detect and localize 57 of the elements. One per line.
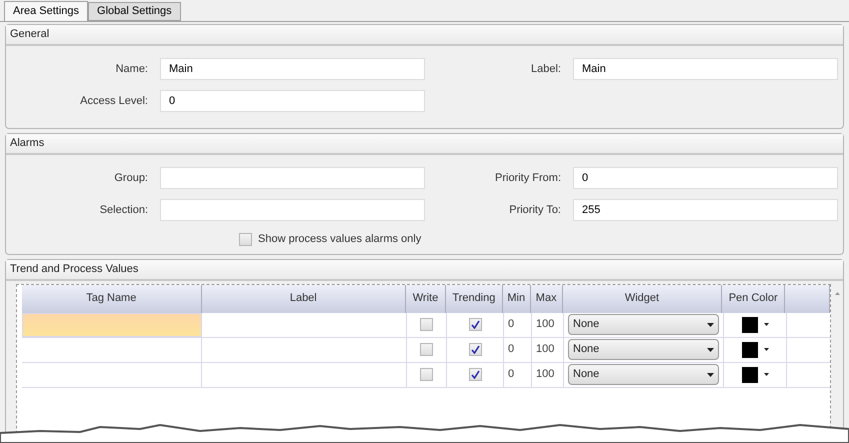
checkbox[interactable] [420,368,433,381]
field-label: Priority To: [508,202,561,218]
text-field[interactable]: 0 [573,167,838,189]
color-picker[interactable] [742,366,768,382]
field-label: Group: [113,170,148,186]
column-header[interactable]: Pen Color [722,284,786,312]
checkbox-label: Show process values alarms only [258,232,422,247]
text-field[interactable] [160,167,425,189]
table-cell: 0 [504,362,532,386]
widget-dropdown[interactable]: None [568,314,719,335]
table-cell: 100 [532,312,564,336]
field-label: Name: [114,62,148,77]
up-arrow-icon [834,292,840,294]
checkbox[interactable] [468,318,482,331]
text-field[interactable] [160,199,425,221]
checkbox[interactable] [468,368,482,381]
field-label: Access Level: [79,94,148,109]
checkmark-icon [470,320,480,329]
table-cell: 0 [504,312,532,336]
field-label: Selection: [98,202,148,218]
section-title: General [10,27,50,42]
checkmark-icon [470,345,480,354]
field-label: Priority From: [494,170,561,186]
checkbox[interactable] [420,343,433,356]
text-field[interactable]: Main [573,58,838,80]
color-picker[interactable] [742,342,768,358]
caret-icon [707,348,714,352]
section-title: Trend and Process Values [10,262,138,277]
column-header[interactable]: Write [406,284,446,312]
section-title: Alarms [10,136,44,152]
caret-icon [764,348,768,351]
caret-icon [707,372,714,376]
tab[interactable]: Area Settings [4,1,88,21]
column-header[interactable]: Trending [446,284,503,312]
field-label: Label: [530,62,561,77]
widget-dropdown[interactable]: None [568,339,719,360]
color-picker[interactable] [742,316,768,332]
text-field[interactable]: Main [160,58,425,80]
widget-dropdown[interactable]: None [568,364,719,385]
text-field[interactable]: 0 [160,90,425,112]
checkbox[interactable] [468,343,482,356]
table-cell[interactable] [22,312,202,336]
text-field[interactable]: 255 [573,199,838,221]
column-header[interactable]: Widget [562,284,722,312]
table-cell: 100 [532,338,564,362]
caret-icon [764,373,768,376]
column-header[interactable]: Label [202,284,406,312]
table-cell: 0 [504,338,532,362]
checkmark-icon [470,370,480,379]
column-header[interactable]: Min [502,284,531,312]
table-cell: 100 [532,362,564,386]
tab[interactable]: Global Settings [88,2,181,21]
checkbox[interactable] [239,232,252,246]
caret-icon [764,323,768,326]
caret-icon [707,322,714,326]
column-header[interactable]: Max [530,284,563,312]
checkbox[interactable] [420,318,433,331]
